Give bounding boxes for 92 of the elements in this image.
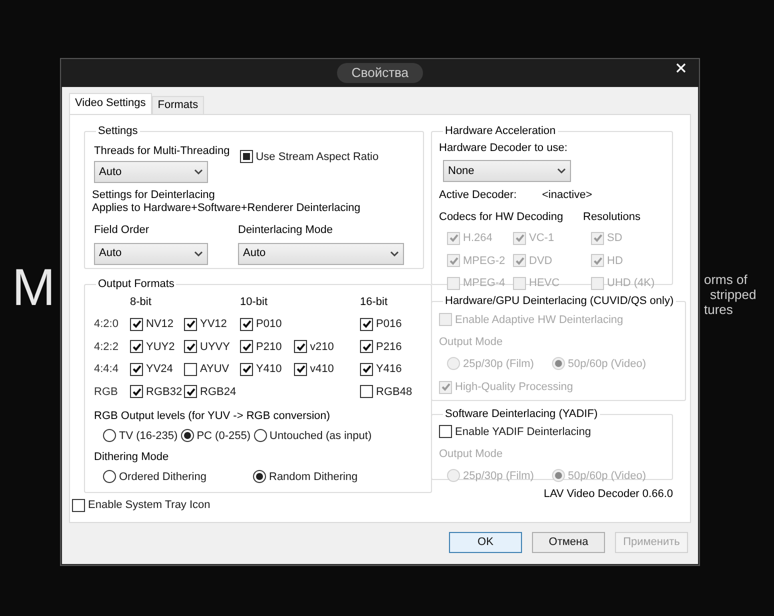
field-label: Codecs for HW Decoding: [439, 210, 564, 224]
checkbox[interactable]: P216: [360, 338, 422, 355]
column-header: 8-bit: [130, 294, 152, 310]
group-title: Hardware/GPU Deinterlacing (CUVID/QS only): [444, 294, 675, 309]
check-icon: [448, 233, 458, 244]
decoder-status: <inactive>: [542, 188, 592, 203]
check-icon: [296, 364, 306, 374]
checkbox[interactable]: Y410: [240, 361, 294, 378]
check-icon: [362, 342, 372, 352]
check-icon: [448, 256, 458, 266]
check-icon: [132, 319, 142, 330]
tab[interactable]: Video Settings: [69, 93, 152, 114]
row-label: RGB: [94, 384, 119, 400]
radio-button[interactable]: PC (0-255): [180, 428, 250, 444]
background-text: orms of: [704, 272, 748, 287]
column-header: 10-bit: [240, 294, 269, 310]
group-title: Software Deinterlacing (YADIF): [444, 407, 599, 422]
field-label: Deinterlacing Mode: [238, 223, 334, 238]
tab[interactable]: Formats: [152, 96, 204, 114]
check-icon: [440, 382, 450, 392]
check-icon: [362, 319, 372, 330]
checkbox[interactable]: Enable YADIF Deinterlacing: [439, 424, 663, 440]
checkbox[interactable]: AYUV: [184, 361, 240, 378]
section-label: Settings for Deinterlacing: [92, 189, 216, 202]
check-icon: [132, 386, 142, 397]
check-icon: [242, 319, 252, 330]
checkbox[interactable]: RGB48: [360, 384, 422, 400]
check-icon: [296, 342, 306, 352]
check-icon: [514, 256, 524, 266]
chevron-down-icon: [194, 250, 203, 256]
field-label: Field Order: [94, 223, 150, 238]
section-note: Applies to Hardware+Software+Renderer Deinterlacing: [92, 202, 362, 215]
chevron-down-icon: [390, 250, 399, 256]
radio-button[interactable]: TV (16-235): [103, 428, 178, 444]
field-label: Dithering Mode: [94, 450, 170, 465]
check-icon: [132, 342, 142, 352]
check-icon: [186, 319, 196, 330]
checkbox[interactable]: RGB32: [130, 384, 184, 400]
checkbox[interactable]: YV12: [184, 316, 240, 332]
column-header: 16-bit: [360, 294, 389, 310]
group-title: Output Formats: [97, 277, 176, 292]
check-icon: [362, 364, 372, 374]
row-label: 4:4:4: [94, 362, 120, 377]
dropdown[interactable]: Auto: [94, 242, 208, 264]
check-icon: [514, 233, 524, 244]
group-title: Settings: [97, 124, 139, 139]
field-label: RGB Output levels (for YUV -> RGB conversion): [94, 409, 332, 424]
checkbox[interactable]: Y416: [360, 361, 422, 378]
check-icon: [132, 364, 142, 374]
dropdown[interactable]: None: [443, 160, 571, 182]
checkbox[interactable]: P210: [240, 338, 294, 355]
check-icon: [592, 256, 602, 266]
dialog-button[interactable]: OK: [449, 532, 522, 553]
field-label: Output Mode: [439, 335, 504, 350]
chevron-down-icon: [194, 169, 203, 175]
check-icon: [186, 386, 196, 397]
field-label: Active Decoder:: [439, 188, 518, 203]
checkbox[interactable]: Use Stream Aspect Ratio: [240, 148, 379, 165]
field-label: Resolutions: [583, 210, 640, 224]
radio-button[interactable]: Ordered Dithering: [103, 468, 253, 485]
checkbox[interactable]: YUY2: [130, 338, 184, 355]
checkbox[interactable]: P016: [360, 316, 422, 332]
dropdown[interactable]: Auto: [94, 161, 208, 183]
check-icon: [242, 364, 252, 374]
field-label: Hardware Decoder to use:: [439, 140, 568, 156]
row-label: 4:2:2: [94, 340, 120, 354]
chevron-down-icon: [557, 168, 566, 174]
checkbox[interactable]: YV24: [130, 361, 184, 378]
field-label: Threads for Multi-Threading: [94, 144, 230, 158]
group-title: Hardware Acceleration: [444, 124, 557, 139]
checkbox[interactable]: Enable System Tray Icon: [72, 497, 424, 514]
checkbox[interactable]: v410: [294, 361, 360, 378]
check-icon: [592, 233, 602, 244]
dropdown[interactable]: Auto: [238, 242, 404, 264]
radio-button[interactable]: Untouched (as input): [254, 428, 372, 444]
checkbox[interactable]: UYVY: [184, 338, 240, 355]
checkbox[interactable]: NV12: [130, 316, 184, 332]
check-icon: [242, 342, 252, 352]
background-text: stripped: [709, 287, 756, 302]
field-label: Output Mode: [439, 447, 504, 462]
row-label: 4:2:0: [94, 317, 120, 332]
checkbox[interactable]: RGB24: [184, 384, 240, 400]
dialog-button[interactable]: Отмена: [532, 532, 605, 553]
checkbox[interactable]: v210: [294, 338, 360, 355]
close-icon[interactable]: [676, 63, 686, 73]
version-label: LAV Video Decoder 0.66.0: [542, 487, 673, 502]
check-icon: [186, 342, 196, 352]
checkbox[interactable]: P010: [240, 316, 294, 332]
background-letter: M: [12, 262, 56, 314]
window-title: Свойства: [337, 63, 423, 83]
radio-button[interactable]: Random Dithering: [253, 468, 358, 485]
background-text: tures: [704, 302, 734, 317]
